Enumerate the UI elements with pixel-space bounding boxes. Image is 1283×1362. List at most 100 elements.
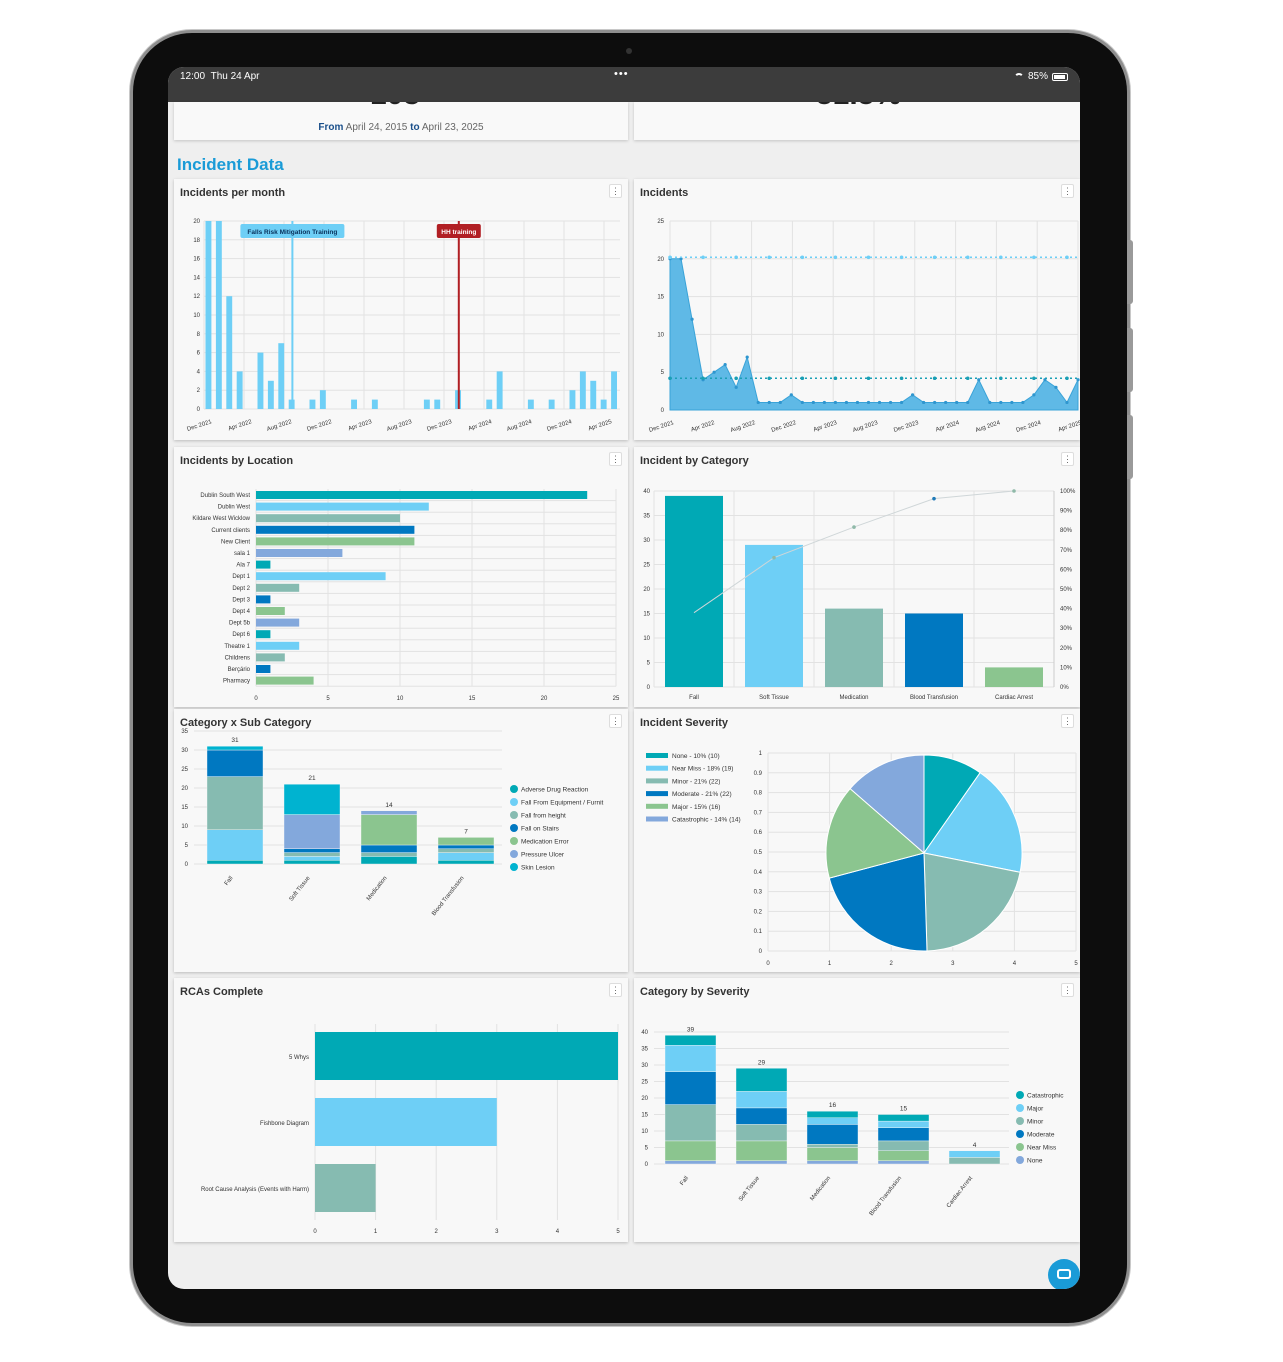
x-tick-label: Apr 2022 — [228, 419, 254, 432]
legend-marker — [1016, 1156, 1024, 1164]
reference-point — [668, 376, 672, 381]
y-tick-label: 0 — [197, 407, 201, 413]
stacked-segment — [664, 1044, 717, 1072]
chat-button[interactable] — [1048, 1259, 1080, 1289]
x-tick-label: Dec 2023 — [426, 419, 453, 433]
x-tick-label: Dec 2024 — [546, 419, 573, 433]
incidents-chart: 0 5 10 15 20 25 Dec 2021 Apr 2022 Aug 2022 Dec 20… — [648, 219, 1080, 434]
data-point — [910, 393, 915, 397]
data-point — [734, 385, 738, 389]
y-tick-label: 4 — [197, 369, 201, 375]
x-tick-label: 1 — [374, 1229, 378, 1235]
stacked-segment — [283, 783, 341, 815]
stacked-segment — [806, 1124, 859, 1145]
y-tick-label: 35 — [641, 1047, 648, 1053]
cumulative-point — [852, 525, 856, 529]
chart-group: 0 5 10 15 20 25 30 35 31 Fall 21 Soft Tissue 14 Medic… — [181, 729, 603, 917]
x-tick-label: 10 — [397, 696, 404, 702]
legend-label: Catastrophic - 14% (14) — [672, 817, 741, 824]
legend-marker — [1016, 1104, 1024, 1112]
stacked-segment — [360, 852, 418, 857]
data-point — [855, 400, 860, 405]
data-point — [712, 370, 716, 374]
bar — [256, 560, 271, 569]
incident-count-value: 103 — [370, 102, 420, 112]
reference-point — [932, 376, 937, 381]
bar — [590, 380, 597, 409]
bar — [256, 514, 400, 523]
data-point — [822, 400, 826, 405]
reference-point — [734, 255, 738, 260]
stacked-segment — [735, 1140, 788, 1161]
y-tick-label: 20 — [641, 1096, 648, 1102]
data-point — [723, 363, 727, 367]
battery-percent: 85% — [1027, 71, 1048, 82]
stacked-segment — [877, 1114, 930, 1122]
x-tick-label: Soft Tissue — [289, 875, 312, 903]
multitask-dots-icon[interactable]: ••• — [614, 68, 629, 80]
bar — [226, 296, 233, 409]
rcas-complete-chart: 0 1 2 3 4 5 5 Whys Fishbone Diagram Root Cause A… — [201, 1024, 620, 1235]
bar — [236, 371, 243, 409]
stacked-segment — [206, 829, 264, 861]
y2-tick-label: 0% — [1060, 685, 1069, 691]
cumulative-point — [1012, 489, 1016, 493]
y2-tick-label: 90% — [1060, 509, 1073, 515]
x-tick-label: Fall — [679, 1176, 690, 1187]
x-tick-label: 4 — [556, 1229, 560, 1235]
data-point — [811, 400, 815, 405]
x-tick-label: Aug 2024 — [975, 420, 1002, 434]
x-tick-label: 3 — [951, 961, 955, 967]
y-tick-label: 30 — [641, 1063, 648, 1069]
incidents-per-month-chart: 0 2 4 6 8 10 12 14 16 18 20 Dec 2021 Apr 2022 Aug 202… — [186, 219, 620, 433]
y-tick-label: 0.3 — [754, 890, 763, 896]
y-tick-label: 0.2 — [754, 909, 763, 915]
incident-by-category-chart: 0 5 10 15 20 25 30 35 40 0% 10% 20% 30% 40% 50% 60% 70% 8… — [643, 489, 1076, 701]
stacked-segment — [206, 776, 264, 831]
x-tick-label: Cardiac Arrest — [995, 695, 1033, 701]
x-tick-label: Medication — [839, 695, 868, 701]
data-label: 4 — [973, 1142, 977, 1149]
time-text: 12:00 — [180, 71, 206, 82]
data-point — [833, 400, 838, 405]
reference-point — [965, 376, 970, 381]
y-tick-label: sala 1 — [234, 551, 251, 557]
bar — [309, 399, 316, 409]
y-tick-label: 0.4 — [754, 870, 763, 876]
reference-point — [899, 376, 904, 381]
x-tick-label: 0 — [254, 696, 258, 702]
data-point — [1054, 385, 1058, 389]
bar — [985, 667, 1043, 687]
stacked-segment — [360, 814, 418, 846]
bar — [434, 399, 441, 409]
bar — [315, 1164, 376, 1212]
y-tick-label: 6 — [197, 351, 201, 357]
stacked-segment — [877, 1160, 930, 1165]
x-tick-label: Fall — [224, 876, 235, 887]
y-tick-label: 20 — [643, 587, 650, 593]
stacked-segment — [735, 1068, 788, 1092]
reference-point — [833, 255, 838, 260]
y-tick-label: 20 — [181, 786, 188, 792]
annotation-label: Falls Risk Mitigation Training — [247, 229, 337, 236]
date-range: From April 24, 2015 to April 23, 2025 — [174, 122, 628, 133]
stacked-segment — [283, 814, 341, 850]
legend-label: Minor — [1027, 1119, 1044, 1126]
status-right: 85% — [1013, 71, 1068, 82]
y2-tick-label: 20% — [1060, 646, 1073, 652]
bar — [548, 399, 555, 409]
bar — [371, 399, 378, 409]
legend-label: Moderate - 21% (22) — [672, 791, 732, 798]
stacked-segment — [283, 848, 341, 853]
legend-label: Fall on Stairs — [521, 826, 560, 833]
y-tick-label: 0.8 — [754, 791, 763, 797]
y-tick-label: Dept 3 — [232, 597, 250, 603]
x-tick-label: Dec 2022 — [771, 420, 798, 434]
bar — [825, 608, 883, 687]
stacked-segment — [664, 1071, 717, 1105]
y2-tick-label: 10% — [1060, 665, 1073, 671]
data-point — [1065, 400, 1069, 405]
legend-swatch — [646, 816, 668, 822]
x-tick-label: Apr 2022 — [690, 420, 716, 433]
data-label: 39 — [687, 1026, 695, 1033]
